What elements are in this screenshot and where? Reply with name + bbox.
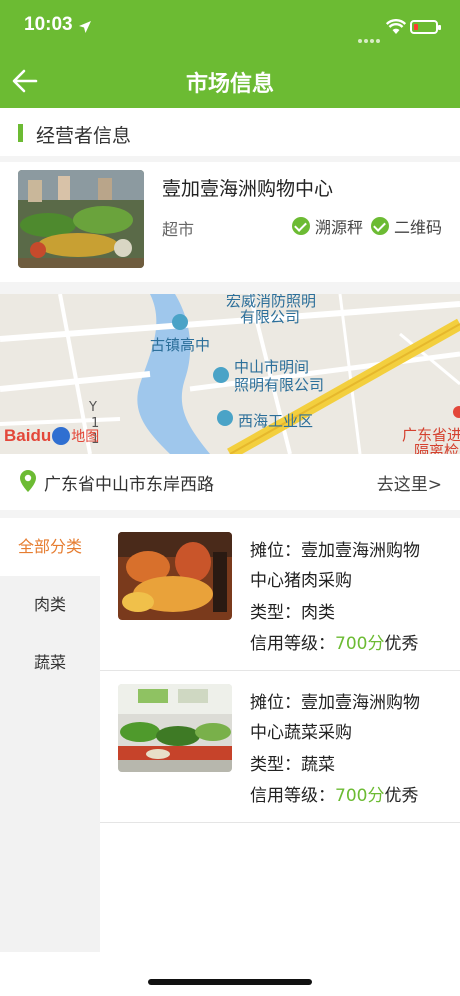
page-title: 市场信息 — [185, 72, 274, 97]
stall-name-line1: 摊位：壹加壹海洲购物 — [250, 693, 420, 713]
nav-bar: 市场信息 — [0, 52, 460, 108]
section-header: 经营者信息 — [0, 108, 460, 157]
stall-credit: 信用等级：700分优秀 — [250, 781, 418, 806]
poi-marker-icon — [213, 367, 229, 383]
check-circle-icon — [292, 217, 310, 235]
tag-traceable-scale: 溯源秤 — [292, 214, 363, 238]
tag-qr-code: 二维码 — [371, 214, 442, 238]
credit-label: 信用等级： — [250, 786, 335, 806]
stall-card-meat[interactable]: 摊位：壹加壹海洲购物 中心猪肉采购 类型：肉类 信用等级：700分优秀 — [100, 518, 460, 671]
tag-label: 二维码 — [394, 218, 443, 237]
stall-credit: 信用等级：700分优秀 — [250, 629, 418, 654]
credit-grade: 优秀 — [384, 786, 419, 806]
map-label: Y — [89, 400, 97, 415]
stall-list: 摊位：壹加壹海洲购物 中心猪肉采购 类型：肉类 信用等级：700分优秀 摊位：壹… — [100, 518, 460, 952]
check-circle-icon — [371, 217, 389, 235]
vendor-type: 超市 — [162, 220, 195, 239]
category-meat[interactable]: 肉类 — [0, 576, 100, 634]
map-label: 西海工业区 — [238, 412, 314, 430]
navigate-button[interactable]: 去这里> — [377, 470, 442, 495]
stall-thumbnail — [118, 532, 232, 620]
credit-score: 700分 — [335, 634, 385, 654]
tag-label: 溯源秤 — [315, 218, 364, 237]
category-all[interactable]: 全部分类 — [0, 518, 100, 576]
poi-marker-icon — [172, 314, 188, 330]
map-view[interactable]: 宏威消防照明 有限公司 古镇高中 中山市明间 照明有限公司 西海工业区 广东省进… — [0, 294, 460, 454]
map-label: 照明有限公司 — [234, 376, 325, 394]
section-title: 经营者信息 — [36, 125, 132, 147]
address-row[interactable]: 广东省中山市东岸西路 去这里> — [0, 454, 460, 511]
divider — [0, 282, 460, 294]
map-label: 有限公司 — [240, 308, 301, 326]
category-vegetables[interactable]: 蔬菜 — [0, 634, 100, 692]
stall-card-vegetables[interactable]: 摊位：壹加壹海洲购物 中心蔬菜采购 类型：蔬菜 信用等级：700分优秀 — [100, 670, 460, 823]
address-text: 广东省中山市东岸西路 — [44, 475, 214, 495]
wifi-icon — [386, 19, 406, 34]
map-logo-suffix: 地图 — [71, 429, 100, 445]
status-time: 10:03 — [24, 14, 73, 35]
vendor-photo — [18, 170, 144, 268]
stall-thumbnail — [118, 684, 232, 772]
map-label: 隔离检 — [414, 442, 460, 454]
signal-icon — [358, 28, 384, 43]
vendor-card[interactable]: 壹加壹海洲购物中心 超市 溯源秤 二维码 — [0, 162, 460, 282]
stall-type: 类型：肉类 — [250, 603, 335, 623]
credit-score: 700分 — [335, 786, 385, 806]
stall-name-line1: 摊位：壹加壹海洲购物 — [250, 541, 420, 561]
stall-name-line2: 中心猪肉采购 — [250, 571, 352, 591]
vendor-name: 壹加壹海洲购物中心 — [162, 178, 334, 200]
location-arrow-icon — [79, 21, 91, 33]
poi-marker-icon — [217, 410, 233, 426]
stall-type: 类型：蔬菜 — [250, 755, 335, 775]
credit-grade: 优秀 — [384, 634, 419, 654]
section-accent-bar — [18, 124, 23, 142]
map-label: 古镇高中 — [150, 336, 211, 354]
map-pin-icon — [20, 470, 36, 492]
divider — [0, 510, 460, 518]
battery-icon — [410, 20, 441, 34]
home-indicator[interactable] — [148, 979, 312, 985]
map-logo-text: Baidu — [4, 426, 52, 445]
credit-label: 信用等级： — [250, 634, 335, 654]
stall-name-line2: 中心蔬菜采购 — [250, 723, 352, 743]
category-sidebar: 全部分类 肉类 蔬菜 — [0, 518, 100, 952]
paw-icon — [52, 427, 71, 445]
map-logo: Baidu 地图 — [4, 426, 99, 446]
status-bar: 10:03 — [0, 0, 460, 52]
